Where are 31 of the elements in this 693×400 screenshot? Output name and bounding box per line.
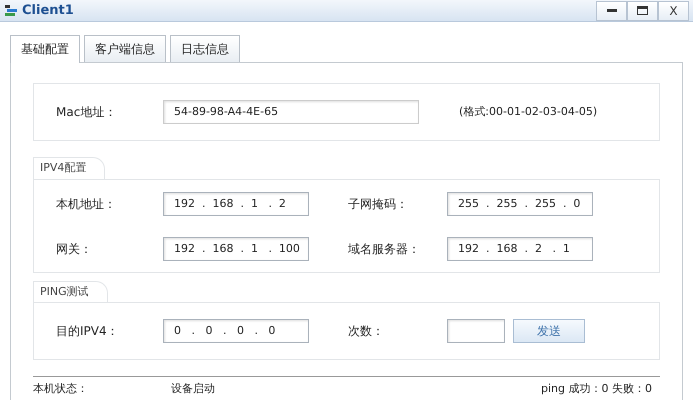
field-label: 目的IPV4： bbox=[56, 323, 120, 340]
input-field[interactable]: 0 . 0 . 0 . 0 bbox=[163, 319, 309, 343]
tab[interactable]: 日志信息 bbox=[170, 35, 240, 62]
tab[interactable]: 基础配置 bbox=[10, 35, 80, 63]
ip-field[interactable]: 255 . 255 . 255 . 0 bbox=[447, 192, 593, 216]
send-button[interactable]: 发送 bbox=[513, 319, 585, 343]
tab[interactable]: 客户端信息 bbox=[84, 35, 166, 62]
app-icon bbox=[4, 4, 18, 18]
minimize-icon bbox=[606, 9, 616, 12]
field-label: 子网掩码： bbox=[347, 196, 409, 213]
field-label: 域名服务器： bbox=[347, 241, 421, 258]
window-title: Client1 bbox=[22, 2, 74, 20]
status-value: 设备启动 bbox=[171, 381, 215, 397]
field-label: 网关： bbox=[56, 241, 93, 258]
field-label: 本机地址： bbox=[56, 196, 117, 213]
section-title: IPV4配置 bbox=[33, 157, 106, 178]
ping-result: ping 成功：0 失败：0 bbox=[541, 381, 652, 397]
ip-field[interactable]: 192 . 168 . 2 . 1 bbox=[447, 237, 593, 261]
field-label: Mac地址： bbox=[56, 104, 118, 121]
status-label: 本机状态： bbox=[33, 381, 89, 397]
maximize-icon bbox=[637, 6, 648, 15]
close-button[interactable]: X bbox=[658, 0, 689, 20]
field-label: 次数： bbox=[348, 323, 385, 340]
input-field[interactable]: 54-89-98-A4-4E-65 bbox=[163, 100, 419, 124]
ip-field[interactable]: 192 . 168 . 1 . 100 bbox=[163, 237, 309, 261]
maximize-button[interactable] bbox=[627, 0, 658, 20]
section-title: PING测试 bbox=[33, 280, 108, 302]
count-field[interactable] bbox=[447, 319, 505, 343]
ip-field[interactable]: 192 . 168 . 1 . 2 bbox=[163, 192, 309, 216]
minimize-button[interactable] bbox=[596, 0, 627, 20]
format-hint: (格式:00-01-02-03-04-05) bbox=[459, 104, 598, 120]
